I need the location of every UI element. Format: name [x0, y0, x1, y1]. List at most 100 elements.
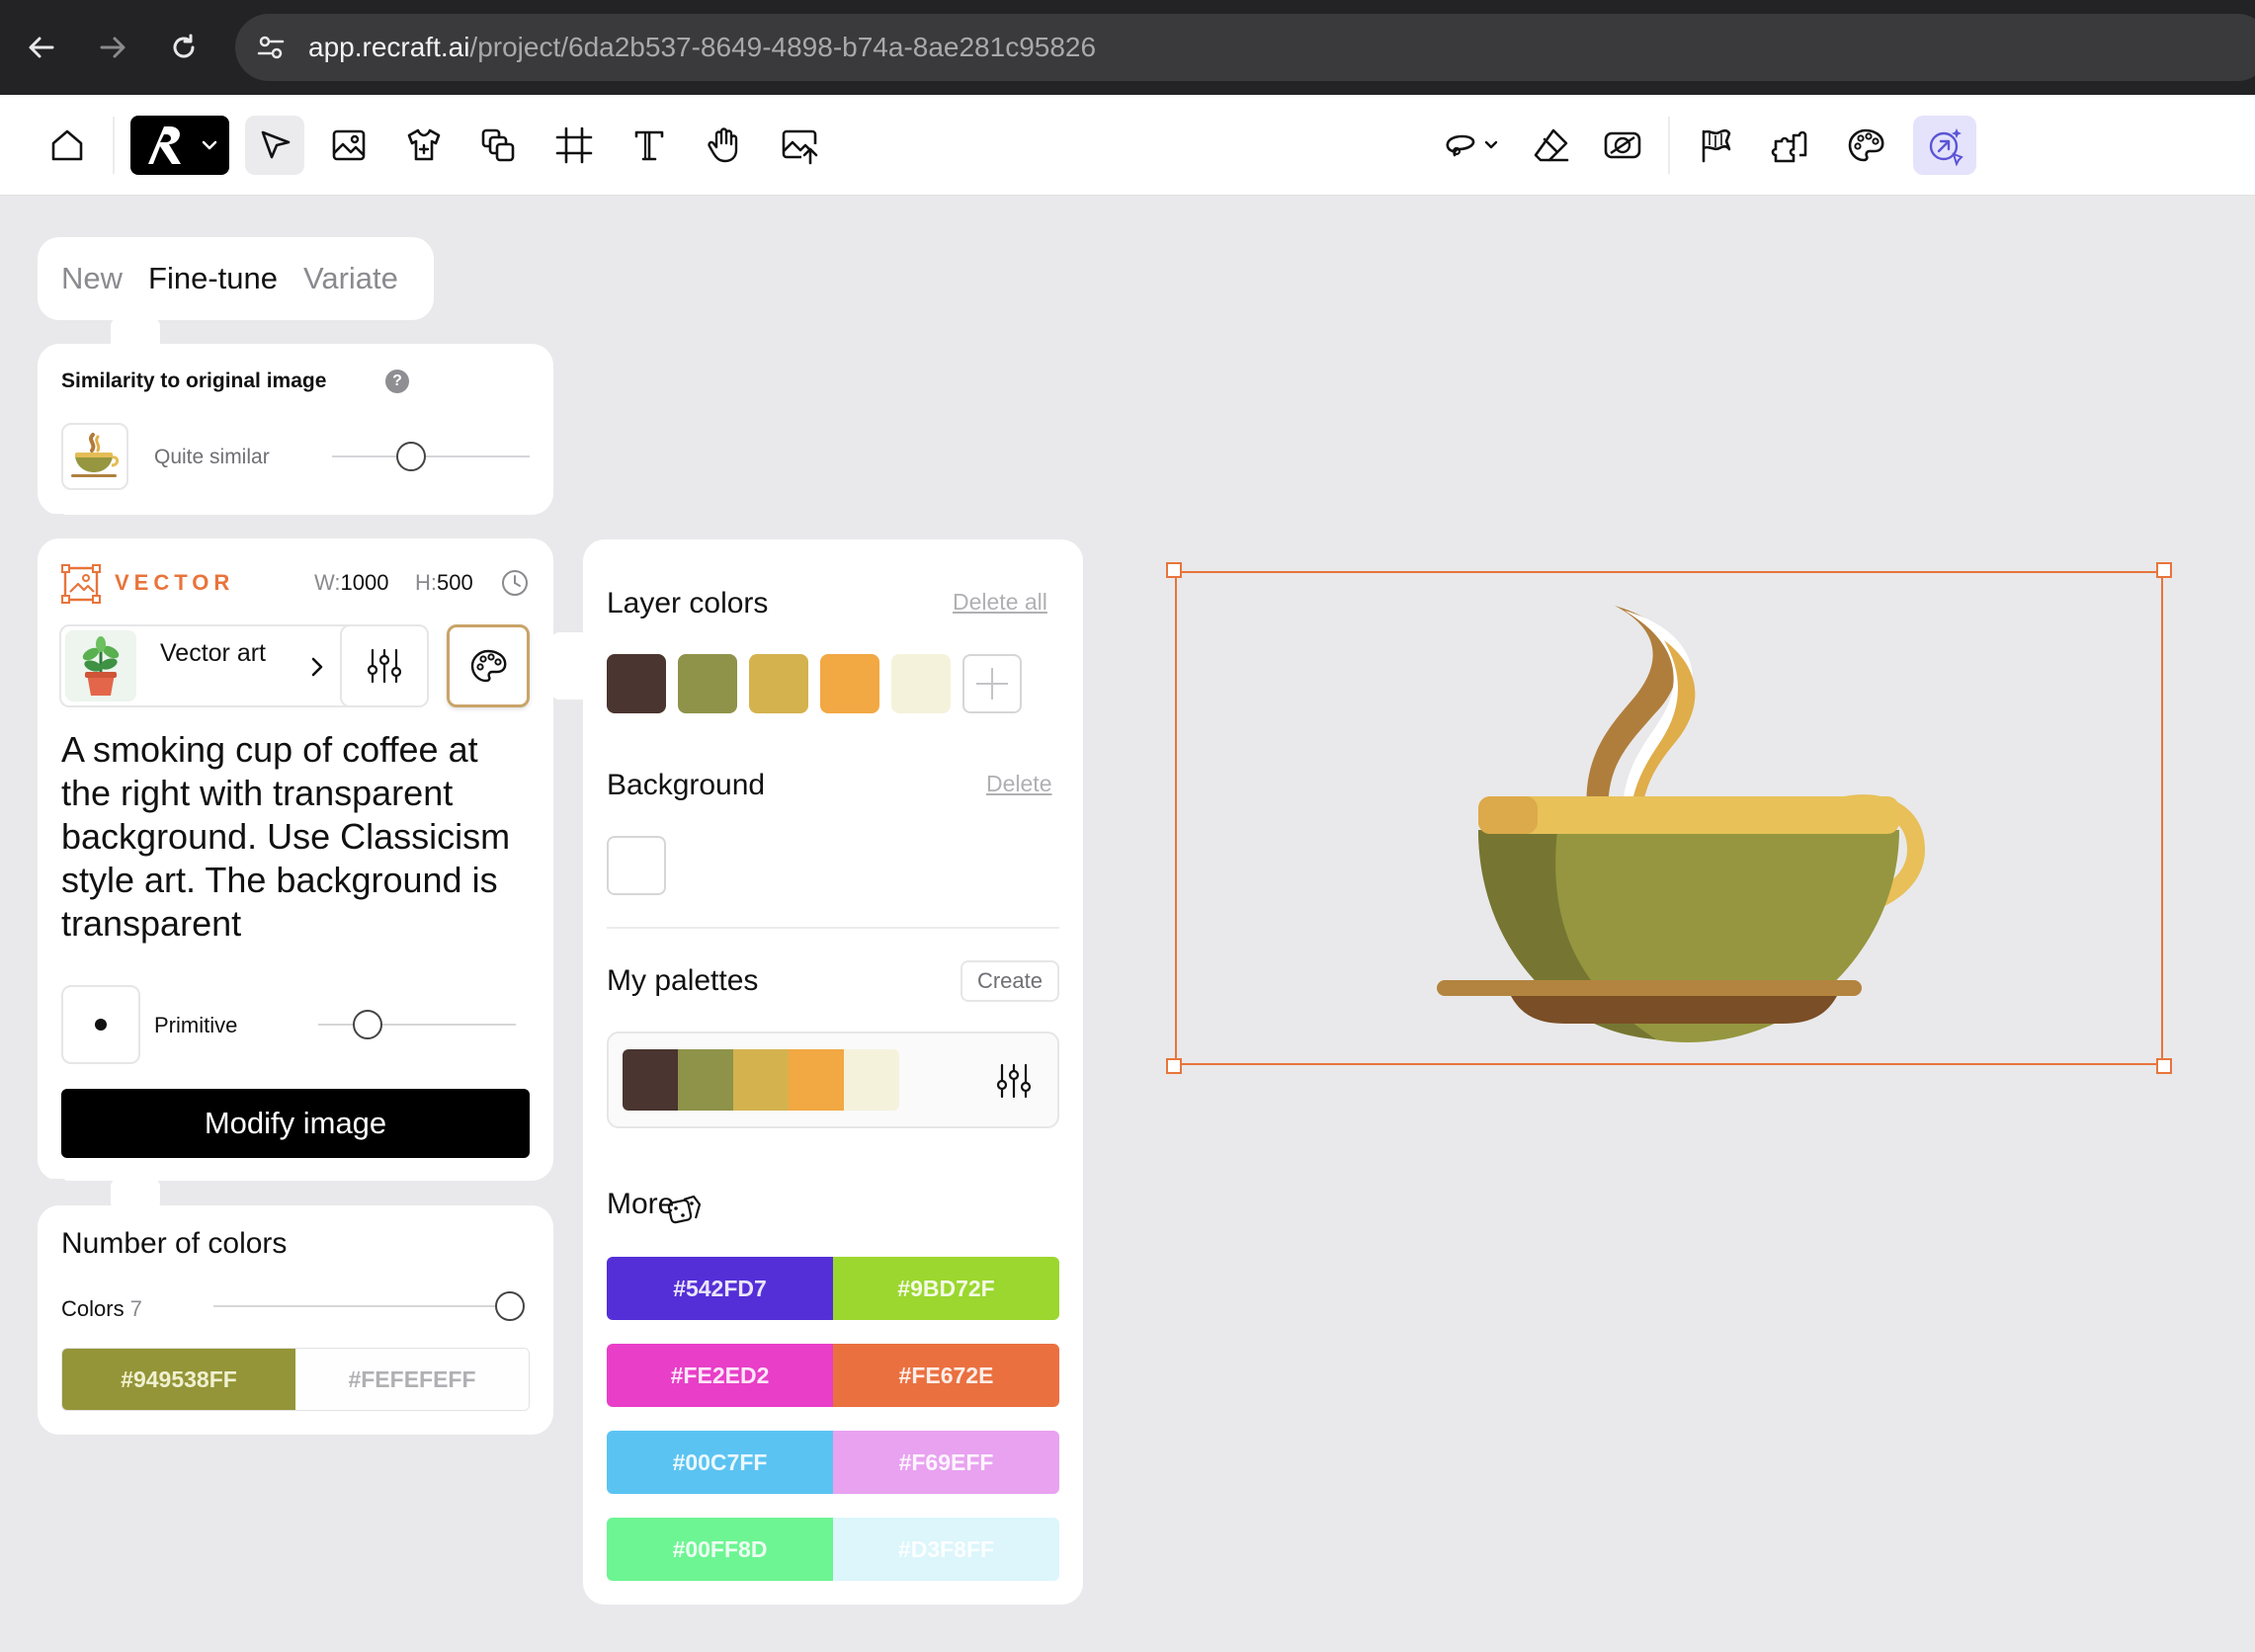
primitive-slider-track[interactable] — [318, 1024, 516, 1026]
color-swatch[interactable]: #FEFEFEFF — [295, 1349, 529, 1410]
select-arrow-icon[interactable] — [245, 116, 304, 175]
help-icon[interactable]: ? — [385, 370, 409, 393]
layers-icon[interactable] — [468, 116, 528, 175]
style-thumbnail — [65, 630, 136, 702]
add-color-button[interactable] — [962, 654, 1022, 713]
reload-icon[interactable] — [162, 26, 206, 69]
home-icon[interactable] — [38, 116, 97, 175]
layer-color-swatch[interactable] — [607, 654, 666, 713]
resize-handle-bottom-left[interactable] — [1166, 1058, 1182, 1074]
resize-handle-top-left[interactable] — [1166, 562, 1182, 578]
sliders-icon — [367, 648, 402, 684]
vectorize-icon[interactable] — [1913, 116, 1976, 175]
palette-color — [733, 1049, 789, 1111]
delete-all-link[interactable]: Delete all — [953, 589, 1047, 616]
site-settings-icon[interactable] — [251, 28, 291, 67]
suggested-palette[interactable]: #FE2ED2 #FE672E — [607, 1344, 1059, 1407]
clock-icon[interactable] — [500, 568, 530, 598]
height-label: H: — [415, 570, 437, 595]
colors-slider-knob[interactable] — [495, 1291, 525, 1321]
color-swatch[interactable]: #949538FF — [62, 1349, 295, 1410]
puzzle-icon[interactable] — [1761, 116, 1820, 175]
palette-color[interactable]: #00C7FF — [607, 1431, 833, 1494]
primitive-slider-knob[interactable] — [353, 1010, 382, 1039]
suggested-palette[interactable]: #00FF8D #D3F8FF — [607, 1518, 1059, 1581]
resize-handle-bottom-right[interactable] — [2156, 1058, 2172, 1074]
forward-arrow-icon[interactable] — [91, 26, 134, 69]
primitive-dot — [95, 1019, 107, 1031]
text-tool-icon[interactable] — [620, 116, 679, 175]
url-text: app.recraft.ai/project/6da2b537-8649-489… — [308, 32, 1096, 63]
prompt-text[interactable]: A smoking cup of coffee at the right wit… — [61, 728, 536, 946]
layer-color-swatch[interactable] — [891, 654, 951, 713]
my-palettes-title: My palettes — [607, 964, 759, 997]
colors-count: 7 — [129, 1296, 142, 1321]
palette-button[interactable] — [447, 624, 530, 707]
plus-icon — [976, 668, 1008, 700]
create-palette-button[interactable]: Create — [960, 960, 1059, 1002]
layer-color-swatch[interactable] — [820, 654, 879, 713]
palette-color[interactable]: #00FF8D — [607, 1518, 833, 1581]
chevron-down-icon — [202, 140, 217, 150]
background-title: Background — [607, 769, 766, 801]
tab-new[interactable]: New — [61, 261, 123, 296]
primitive-label: Primitive — [154, 1013, 238, 1037]
colors-slider-track[interactable] — [213, 1305, 510, 1307]
vector-image-icon — [61, 564, 101, 604]
toolbar-separator — [1668, 117, 1670, 174]
settings-sliders-button[interactable] — [340, 624, 429, 707]
number-of-colors-panel: Number of colors Colors 7 #949538FF #FEFE… — [38, 1205, 553, 1435]
remove-background-icon[interactable] — [1593, 116, 1652, 175]
lasso-icon[interactable] — [1441, 116, 1506, 175]
palette-color — [789, 1049, 844, 1111]
saved-palette[interactable] — [607, 1032, 1059, 1128]
width-readout[interactable]: W:1000 — [314, 570, 388, 596]
image-frame-icon[interactable] — [319, 116, 378, 175]
colors-count-label: Colors 7 — [61, 1296, 142, 1322]
palette-color[interactable]: #FE2ED2 — [607, 1344, 833, 1407]
resize-handle-top-right[interactable] — [2156, 562, 2172, 578]
color-palette-panel: Layer colors Delete all Background Delet… — [583, 539, 1083, 1605]
layer-color-swatch[interactable] — [678, 654, 737, 713]
recraft-logo-icon[interactable] — [130, 116, 229, 175]
mockup-flag-icon[interactable] — [1686, 116, 1745, 175]
back-arrow-icon[interactable] — [20, 26, 63, 69]
palette-icon — [470, 649, 507, 683]
crop-frame-icon[interactable] — [544, 116, 604, 175]
mockup-shirt-icon[interactable] — [394, 116, 454, 175]
style-selector-button[interactable]: Vector art — [59, 624, 362, 707]
palette-color[interactable]: #542FD7 — [607, 1257, 833, 1320]
height-readout[interactable]: H:500 — [415, 570, 473, 596]
suggested-palette[interactable]: #542FD7 #9BD72F — [607, 1257, 1059, 1320]
number-of-colors-title: Number of colors — [61, 1227, 288, 1260]
dice-icon[interactable] — [666, 1192, 704, 1229]
similarity-slider-track[interactable] — [332, 455, 530, 457]
delete-background-link[interactable]: Delete — [986, 771, 1051, 797]
palette-color[interactable]: #D3F8FF — [833, 1518, 1059, 1581]
similarity-label: Quite similar — [154, 446, 270, 468]
hand-tool-icon[interactable] — [695, 116, 754, 175]
palette-icon[interactable] — [1836, 116, 1895, 175]
layer-color-swatch[interactable] — [749, 654, 808, 713]
tab-fine-tune[interactable]: Fine-tune — [148, 261, 278, 296]
sliders-icon[interactable] — [996, 1061, 1032, 1101]
palette-color[interactable]: #9BD72F — [833, 1257, 1059, 1320]
suggested-palette[interactable]: #00C7FF #F69EFF — [607, 1431, 1059, 1494]
saved-palette-strip — [623, 1049, 899, 1111]
upload-image-icon[interactable] — [770, 116, 829, 175]
toolbar-separator — [113, 117, 115, 174]
tab-variate[interactable]: Variate — [303, 261, 398, 296]
background-color-swatch[interactable] — [607, 836, 666, 895]
mode-tabs: New Fine-tune Variate — [38, 237, 434, 320]
address-bar[interactable]: app.recraft.ai/project/6da2b537-8649-489… — [235, 14, 2255, 81]
layer-colors-title: Layer colors — [607, 587, 769, 620]
palette-color[interactable]: #F69EFF — [833, 1431, 1059, 1494]
eraser-icon[interactable] — [1522, 116, 1581, 175]
more-title: More — [607, 1188, 675, 1220]
similarity-slider-knob[interactable] — [396, 442, 426, 471]
modify-image-button[interactable]: Modify image — [61, 1089, 530, 1158]
palette-color[interactable]: #FE672E — [833, 1344, 1059, 1407]
image-type-label: VECTOR — [115, 570, 235, 595]
palette-color — [844, 1049, 899, 1111]
url-path: /project/6da2b537-8649-4898-b74a-8ae281c… — [469, 32, 1097, 62]
